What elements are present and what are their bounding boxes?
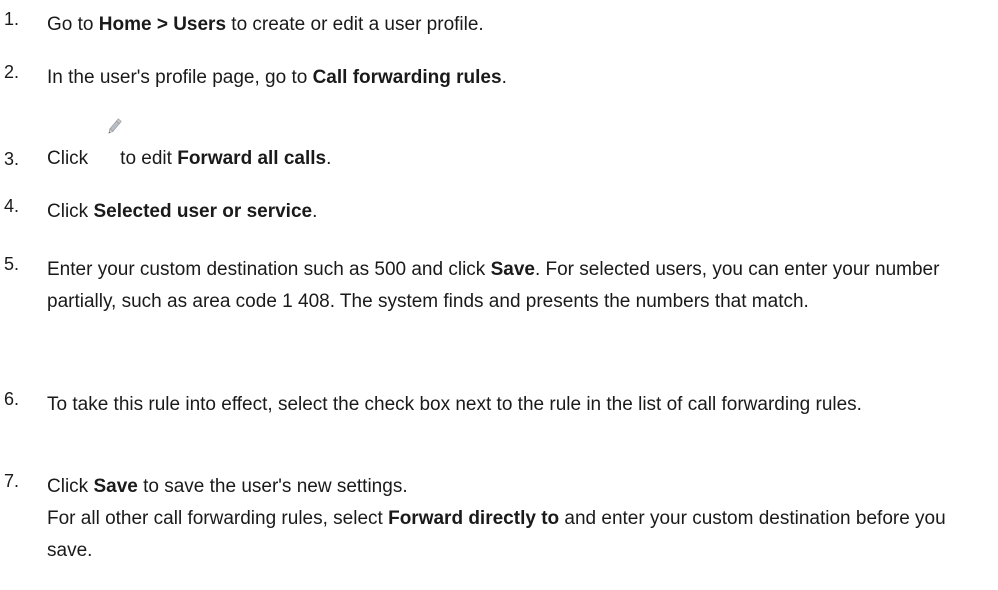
step-text: Click to edit Forward all calls. <box>47 118 977 175</box>
ui-path-home-users: Home > Users <box>98 14 227 35</box>
step-text: Go to Home > Users to create or edit a u… <box>47 9 977 41</box>
step-text: To take this rule into effect, select th… <box>47 389 977 421</box>
step-text-part: To take this rule into effect, select th… <box>47 394 862 415</box>
step-note: For all other call forwarding rules, sel… <box>47 503 977 567</box>
step-text: In the user's profile page, go to Call f… <box>47 62 977 94</box>
step-text-part: Click <box>47 476 94 497</box>
ui-label-call-forwarding-rules: Call forwarding rules <box>312 67 502 88</box>
step-text: Click Save to save the user's new settin… <box>47 471 977 567</box>
step-number: 1. <box>4 9 20 29</box>
step-text-part: For all other call forwarding rules, sel… <box>47 508 389 529</box>
step-text-part: Click <box>47 148 89 169</box>
step-text: Click Selected user or service. <box>47 196 977 228</box>
ui-label-save: Save <box>490 259 535 280</box>
ui-label-save: Save <box>93 476 138 497</box>
ui-label-forward-all-calls: Forward all calls <box>177 148 327 169</box>
ui-label-selected-user-or-service: Selected user or service <box>93 201 313 222</box>
step-text-part: Go to <box>47 14 99 35</box>
step-text-part: . <box>501 67 507 88</box>
step-text: Enter your custom destination such as 50… <box>47 254 977 318</box>
step-6: 6. To take this rule into effect, select… <box>0 389 990 421</box>
step-number: 5. <box>4 254 20 274</box>
step-number: 4. <box>4 196 20 216</box>
step-4: 4. Click Selected user or service. <box>0 196 990 228</box>
step-text-part: Click <box>47 201 94 222</box>
step-number: 2. <box>4 62 20 82</box>
step-text-part: to save the user's new settings. <box>137 476 408 497</box>
step-text-part: to create or edit a user profile. <box>226 14 484 35</box>
procedure-steps-list: 1. Go to Home > Users to create or edit … <box>0 0 998 590</box>
step-text-part: to edit <box>120 148 178 169</box>
step-text-part: In the user's profile page, go to <box>47 67 313 88</box>
step-1: 1. Go to Home > Users to create or edit … <box>0 9 990 41</box>
pencil-edit-icon <box>88 118 122 164</box>
step-text-part: . <box>312 201 318 222</box>
step-number: 6. <box>4 389 20 409</box>
step-2: 2. In the user's profile page, go to Cal… <box>0 62 990 94</box>
ui-label-forward-directly-to: Forward directly to <box>388 508 560 529</box>
step-5: 5. Enter your custom destination such as… <box>0 254 990 318</box>
step-number: 3. <box>4 149 20 169</box>
step-3: 3. Click to edit Forward all calls. <box>0 118 990 175</box>
step-number: 7. <box>4 471 20 491</box>
step-text-part: Enter your custom destination such as 50… <box>47 259 491 280</box>
step-instruction: Click Save to save the user's new settin… <box>47 471 977 503</box>
step-text-part: . <box>326 148 332 169</box>
step-7: 7. Click Save to save the user's new set… <box>0 471 990 567</box>
